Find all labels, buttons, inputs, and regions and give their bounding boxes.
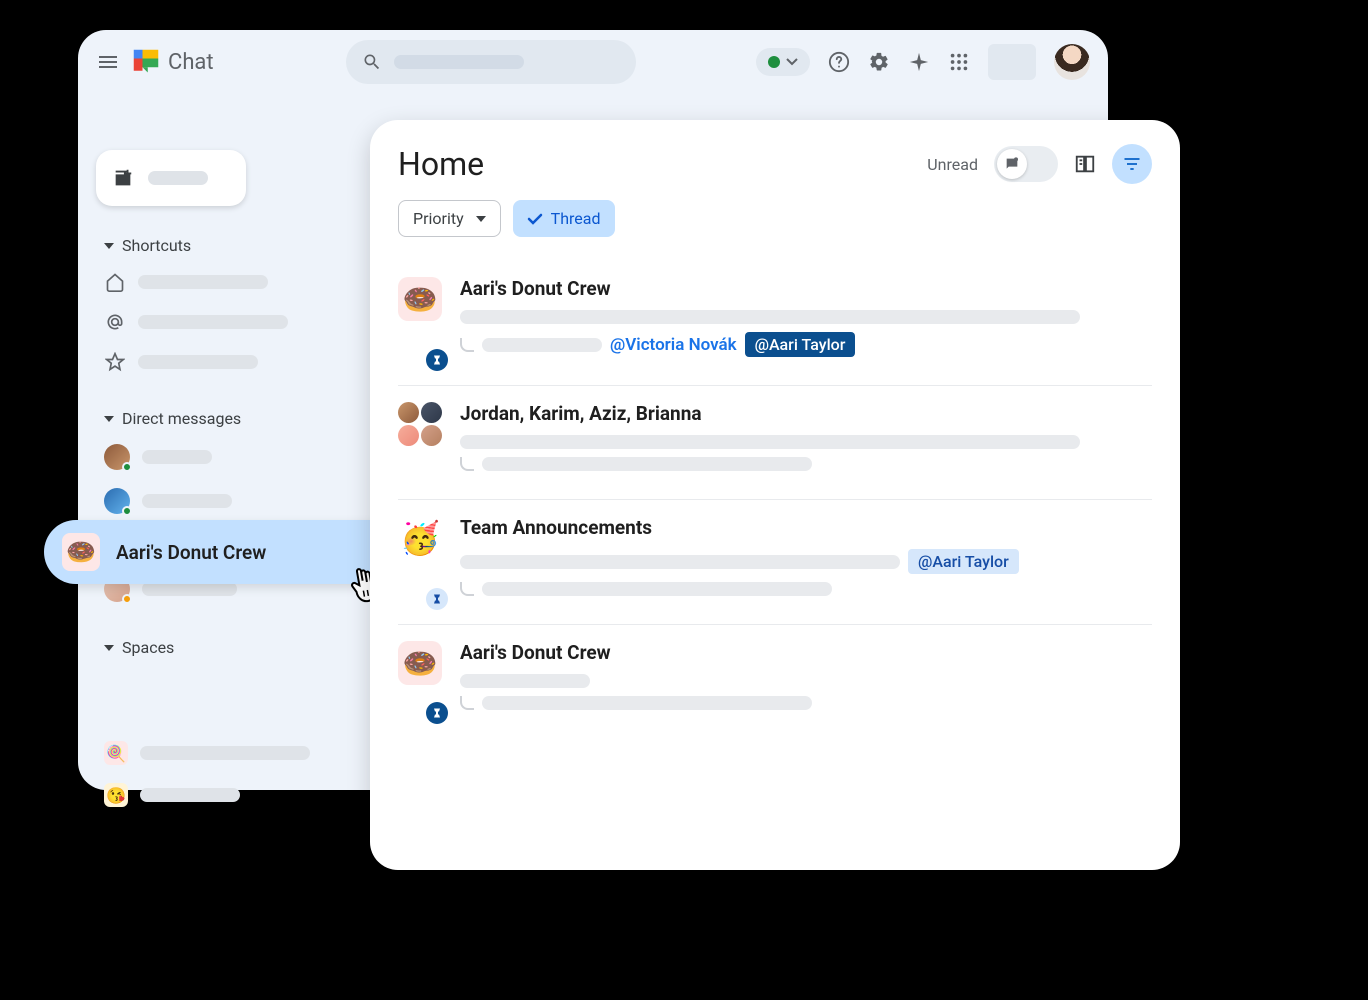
thread-chip[interactable]: Thread <box>513 200 615 237</box>
apps-grid-icon[interactable] <box>948 51 970 73</box>
thread-badge-icon <box>426 349 448 371</box>
reply-icon <box>460 338 474 352</box>
thread-badge-icon <box>426 702 448 724</box>
menu-icon[interactable] <box>96 50 120 74</box>
user-avatar[interactable] <box>1054 44 1090 80</box>
at-icon <box>104 311 126 333</box>
shortcuts-section-header[interactable]: Shortcuts <box>96 232 386 259</box>
status-active-icon <box>768 56 780 68</box>
home-icon <box>104 271 126 293</box>
chat-bubble-icon <box>1004 156 1020 172</box>
app-logo[interactable]: Chat <box>132 48 214 76</box>
priority-chip[interactable]: Priority <box>398 200 501 237</box>
dm-section-header[interactable]: Direct messages <box>96 405 386 432</box>
org-switcher[interactable] <box>988 44 1036 80</box>
reply-icon <box>460 696 474 710</box>
thread-item[interactable]: 🥳 Team Announcements @Aari Taylor <box>398 500 1152 625</box>
gear-icon[interactable] <box>868 51 890 73</box>
reply-icon <box>460 582 474 596</box>
shortcut-home[interactable] <box>96 265 386 299</box>
main-panel: Home Unread Priority Thread 🍩 <box>370 120 1180 870</box>
dm-item[interactable] <box>96 438 386 476</box>
avatar <box>104 444 130 470</box>
space-item[interactable]: 😘 <box>96 777 386 813</box>
chevron-down-icon <box>104 645 114 651</box>
spaces-section-header[interactable]: Spaces <box>96 634 386 661</box>
chevron-down-icon <box>104 243 114 249</box>
shortcuts-title: Shortcuts <box>122 236 191 255</box>
sidebar: Shortcuts Direct messages <box>96 150 386 813</box>
thread-item[interactable]: 🍩 Aari's Donut Crew @Victoria Novák @Aar… <box>398 261 1152 386</box>
selected-space-label: Aari's Donut Crew <box>116 541 266 564</box>
donut-icon: 🍩 <box>398 277 442 321</box>
topbar: Chat <box>78 30 1108 94</box>
party-emoji-icon: 🥳 <box>398 516 442 560</box>
thread-item[interactable]: Jordan, Karim, Aziz, Brianna <box>398 386 1152 500</box>
thread-title: Aari's Donut Crew <box>460 277 1152 300</box>
shortcut-mentions[interactable] <box>96 305 386 339</box>
space-avatar: 🍭 <box>104 741 128 765</box>
search-input[interactable] <box>346 40 636 84</box>
group-avatar <box>398 402 442 446</box>
thread-chip-label: Thread <box>551 209 601 228</box>
mention-chip[interactable]: @Aari Taylor <box>745 332 856 357</box>
chevron-down-icon <box>786 56 798 68</box>
spaces-title: Spaces <box>122 638 174 657</box>
split-view-icon[interactable] <box>1074 153 1096 175</box>
thread-badge-icon <box>426 588 448 610</box>
reply-icon <box>460 457 474 471</box>
thread-title: Aari's Donut Crew <box>460 641 1152 664</box>
mention-link[interactable]: @Victoria Novák <box>610 335 737 355</box>
new-chat-label-placeholder <box>148 171 208 185</box>
shortcut-starred[interactable] <box>96 345 386 379</box>
mention-chip[interactable]: @Aari Taylor <box>908 549 1019 574</box>
thread-item[interactable]: 🍩 Aari's Donut Crew <box>398 625 1152 738</box>
thread-title: Jordan, Karim, Aziz, Brianna <box>460 402 1152 425</box>
filter-icon <box>1122 154 1142 174</box>
unread-toggle[interactable] <box>994 146 1058 182</box>
chevron-down-icon <box>476 216 486 222</box>
search-placeholder <box>394 55 524 69</box>
donut-icon: 🍩 <box>62 533 100 571</box>
star-icon <box>104 351 126 373</box>
sparkle-icon[interactable] <box>908 51 930 73</box>
new-chat-button[interactable] <box>96 150 246 206</box>
app-name: Chat <box>168 50 214 75</box>
avatar <box>104 488 130 514</box>
donut-icon: 🍩 <box>398 641 442 685</box>
dm-title: Direct messages <box>122 409 241 428</box>
space-item[interactable]: 🍭 <box>96 735 386 771</box>
filter-button[interactable] <box>1112 144 1152 184</box>
unread-label: Unread <box>927 155 978 174</box>
status-dropdown[interactable] <box>756 48 810 76</box>
dm-item[interactable] <box>96 482 386 520</box>
space-avatar: 😘 <box>104 783 128 807</box>
check-icon <box>527 211 543 227</box>
page-title: Home <box>398 145 484 183</box>
chevron-down-icon <box>104 416 114 422</box>
thread-title: Team Announcements <box>460 516 1152 539</box>
priority-chip-label: Priority <box>413 209 464 228</box>
help-icon[interactable] <box>828 51 850 73</box>
